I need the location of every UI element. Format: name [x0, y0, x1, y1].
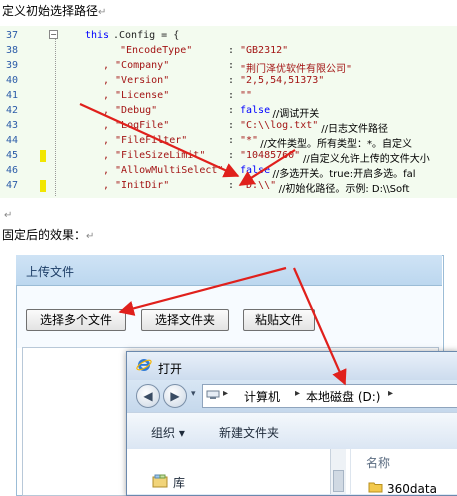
code-token: : [228, 180, 235, 191]
breadcrumb-separator-icon[interactable]: ▸ [223, 388, 228, 399]
change-marker [40, 180, 46, 192]
code-token: //文件类型。所有类型：*。自定义 [260, 139, 413, 150]
code-token: "荆门泽优软件有限公司" [240, 64, 353, 75]
fold-toggle-icon[interactable]: − [49, 30, 58, 39]
library-icon [152, 474, 168, 488]
ie-icon [136, 359, 152, 371]
code-token: , "LogFile" [103, 120, 170, 131]
code-token: : [228, 75, 235, 86]
code-token: : [228, 90, 235, 101]
result-heading: 固定后的效果：↵ [2, 228, 95, 242]
breadcrumb-separator-icon[interactable]: ▸ [295, 388, 300, 399]
new-folder-button[interactable]: 新建文件夹 [219, 424, 279, 441]
code-token: "2,5,54,51373" [240, 75, 325, 86]
line-number: 37 [6, 30, 19, 41]
paragraph-mark: ↵ [4, 210, 13, 221]
select-folder-button[interactable]: 选择文件夹 [141, 309, 229, 331]
line-number: 38 [6, 45, 19, 56]
line-number: 43 [6, 120, 19, 131]
code-token: //自定义允许上传的文件大小 [303, 154, 430, 165]
line-number: 44 [6, 135, 19, 146]
line-number: 39 [6, 60, 19, 71]
code-token: : [228, 135, 235, 146]
code-token: , "FileFilter" [103, 135, 188, 146]
open-dialog-title: 打开 [158, 362, 183, 376]
code-token: , "Company" [103, 60, 170, 71]
change-marker [40, 150, 46, 162]
code-token: : [228, 150, 235, 161]
code-token: this [85, 30, 110, 41]
code-token: //多选开关。true:开启多选。fal [272, 169, 416, 180]
select-multiple-files-button[interactable]: 选择多个文件 [26, 309, 126, 331]
scrollbar-thumb[interactable] [333, 470, 344, 492]
code-token: "GB2312" [240, 45, 289, 56]
code-token: //调试开关 [272, 109, 320, 120]
code-block: 37 this .Config = { 38 "EncodeType": "GB2312… [0, 26, 457, 198]
line-number: 42 [6, 105, 19, 116]
code-token: : [228, 120, 235, 131]
code-token: "10485760" [240, 150, 301, 161]
line-number: 47 [6, 180, 19, 191]
code-token: , "Version" [103, 75, 170, 86]
upload-window-titlebar: 上传文件 [16, 255, 442, 286]
line-number: 41 [6, 90, 19, 101]
line-number: 45 [6, 150, 19, 161]
code-token: "C:\\log.txt" [240, 120, 319, 131]
code-token: , "Debug" [103, 105, 158, 116]
code-token: , "FileSizeLimit" [103, 150, 206, 161]
code-token: , "InitDir" [103, 180, 170, 191]
line-number: 40 [6, 75, 19, 86]
sidebar-item-library[interactable]: 库 [173, 474, 185, 491]
code-token: false [240, 165, 271, 176]
code-token: , "AllowMultiSelect" [103, 165, 224, 176]
code-token: .Config = { [113, 30, 180, 41]
folder-icon [368, 482, 383, 493]
code-token: "D:\\" [240, 180, 277, 191]
breadcrumb-separator-icon[interactable]: ▸ [388, 388, 393, 399]
code-token: "" [240, 90, 253, 101]
history-dropdown-icon[interactable]: ▾ [191, 389, 196, 399]
code-token: , "License" [103, 90, 170, 101]
breadcrumb-local-disk[interactable]: 本地磁盘 (D:) [306, 388, 380, 405]
upload-window-title: 上传文件 [26, 265, 75, 279]
code-token: "*" [240, 135, 259, 146]
back-arrow-icon[interactable]: ◀ [136, 384, 160, 408]
code-token: : [228, 45, 235, 56]
code-token: //日志文件路径 [321, 124, 389, 135]
column-header-name[interactable]: 名称 [366, 454, 390, 471]
code-token: "EncodeType" [120, 45, 193, 56]
code-token: : [228, 60, 235, 71]
code-token: : [228, 165, 235, 176]
forward-arrow-icon[interactable]: ▶ [163, 384, 187, 408]
code-token: //初始化路径。示例: D:\\Soft [278, 184, 410, 195]
code-token: : [228, 105, 235, 116]
organize-menu[interactable]: 组织 ▾ [151, 424, 185, 441]
line-number: 46 [6, 165, 19, 176]
computer-icon [206, 390, 220, 399]
code-token: false [240, 105, 271, 116]
code-fold-guide [55, 30, 56, 196]
breadcrumb-computer[interactable]: 计算机 [244, 388, 280, 405]
paste-file-button[interactable]: 粘贴文件 [243, 309, 315, 331]
column-divider [350, 449, 351, 494]
section-heading: 定义初始选择路径↵ [2, 4, 107, 18]
